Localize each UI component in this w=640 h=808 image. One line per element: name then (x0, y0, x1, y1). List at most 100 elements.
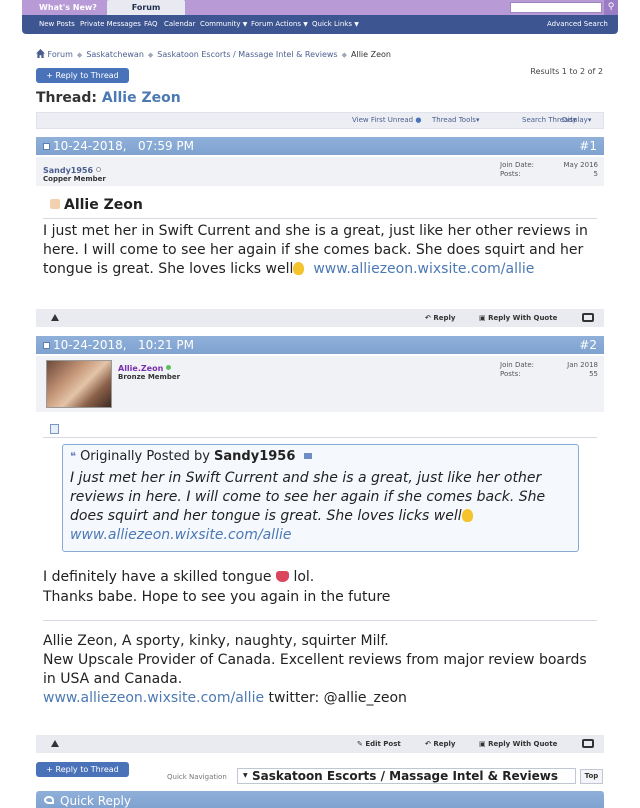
pencil-icon: ✎ (357, 740, 363, 748)
post-date: 10-24-2018, 07:59 PM (43, 137, 194, 155)
nav-private-messages[interactable]: Private Messages (80, 15, 141, 34)
signature-twitter: twitter: @allie_zeon (268, 690, 407, 706)
tab-whats-new[interactable]: What's New? (36, 0, 100, 15)
post-header: 10-24-2018, 10:21 PM #2 (36, 336, 604, 354)
nav-community[interactable]: Community ▼ (200, 15, 247, 34)
quick-navigation-value: Saskatoon Escorts / Massage Intel & Revi… (252, 769, 558, 783)
post-date: 10-24-2018, 10:21 PM (43, 336, 194, 354)
post-read-icon (43, 143, 50, 150)
chevron-down-icon: ▼ (354, 21, 359, 28)
post-footer: ↶ Reply ▣ Reply With Quote (36, 309, 604, 327)
reply-button[interactable]: ↶ Reply (425, 309, 455, 327)
nav-community-label: Community (200, 20, 241, 28)
home-icon[interactable] (36, 49, 45, 58)
nav-advanced-search[interactable]: Advanced Search (547, 15, 608, 34)
edit-post-label: Edit Post (365, 740, 401, 748)
quote-link[interactable]: www.alliezeon.wixsite.com/allie (70, 527, 291, 543)
user-title: Copper Member (43, 175, 106, 183)
user-meta: Join Date: Jan 2018 Posts: 55 (500, 361, 598, 381)
post-time-text: 10:21 PM (138, 338, 195, 352)
username-text: Sandy1956 (43, 166, 94, 175)
quick-navigation-label: Quick Navigation (167, 773, 227, 781)
nav-quick-links[interactable]: Quick Links ▼ (312, 15, 359, 34)
nav-new-posts[interactable]: New Posts (39, 15, 75, 34)
signature-divider (43, 620, 597, 621)
quote-bubble-icon: ▣ (479, 314, 486, 322)
nav-calendar[interactable]: Calendar (164, 15, 195, 34)
nav-quick-links-label: Quick Links (312, 20, 353, 28)
breadcrumb-separator-icon: ◆ (147, 51, 154, 59)
top-tab-bar: What's New? Forum ⚲ (22, 0, 618, 15)
thread-tools-label: Thread Tools (432, 116, 476, 124)
username-text: Allie.Zeon (118, 364, 164, 373)
post-time-text: 07:59 PM (138, 139, 195, 153)
quick-reply-header[interactable]: Quick Reply (36, 791, 604, 808)
breadcrumb-forum[interactable]: Forum (48, 50, 73, 59)
nav-faq[interactable]: FAQ (144, 15, 158, 34)
reply-label: Reply (433, 314, 456, 322)
posts-value: 55 (589, 370, 598, 378)
post-header: 10-24-2018, 07:59 PM #1 (36, 137, 604, 155)
quote-body-text: I just met her in Swift Current and she … (70, 470, 546, 524)
search-icon[interactable]: ⚲ (604, 0, 618, 15)
reply-with-quote-label: Reply With Quote (488, 740, 558, 748)
search-input[interactable] (510, 2, 602, 13)
reply-with-quote-button[interactable]: ▣ Reply With Quote (479, 735, 557, 753)
multi-quote-icon[interactable] (582, 739, 594, 748)
edit-post-button[interactable]: ✎ Edit Post (357, 735, 401, 753)
report-warning-icon[interactable] (51, 740, 59, 747)
quick-navigation-select[interactable]: ▼ Saskatoon Escorts / Massage Intel & Rev… (237, 768, 576, 784)
ok-hand-icon (461, 509, 473, 522)
breadcrumb-saskatchewan[interactable]: Saskatchewan (86, 50, 144, 59)
post-title: Allie Zeon (50, 197, 143, 213)
reply-with-quote-button[interactable]: ▣ Reply With Quote (479, 309, 557, 327)
post-footer: ✎ Edit Post ↶ Reply ▣ Reply With Quote (36, 735, 604, 753)
post-number-link[interactable]: #1 (579, 137, 597, 155)
report-warning-icon[interactable] (51, 314, 59, 321)
breadcrumb-separator-icon: ◆ (341, 51, 347, 59)
quote-author: Sandy1956 (214, 449, 296, 464)
view-post-icon[interactable] (303, 453, 312, 459)
username-link[interactable]: Sandy1956 (43, 166, 102, 175)
reply-arrow-icon: ↶ (425, 740, 431, 748)
breadcrumb-saskatoon[interactable]: Saskatoon Escorts / Massage Intel & Revi… (157, 50, 337, 59)
username-link[interactable]: Allie.Zeon (118, 364, 172, 373)
thread-name: Allie Zeon (101, 90, 181, 106)
signature-link[interactable]: www.alliezeon.wixsite.com/allie (43, 690, 264, 706)
view-first-unread-label: View First Unread (352, 116, 414, 124)
reply-label: Reply (433, 740, 456, 748)
posts-value: 5 (593, 170, 598, 178)
signature-line-2: New Upscale Provider of Canada. Excellen… (43, 652, 587, 687)
quote-prefix: Originally Posted by (80, 449, 210, 464)
tongue-icon (276, 571, 289, 582)
reply-with-quote-label: Reply With Quote (488, 314, 558, 322)
thread-tools-menu[interactable]: Thread Tools▾ (432, 113, 479, 128)
chevron-down-icon: ▾ (475, 116, 480, 124)
top-button[interactable]: Top (580, 769, 603, 784)
hand-icon (50, 199, 60, 209)
chevron-down-icon: ▼ (242, 21, 248, 28)
display-menu[interactable]: Display▾ (562, 113, 591, 128)
arrow-circle-icon: ● (415, 116, 422, 124)
chevron-down-icon: ▾ (587, 116, 592, 124)
reply-to-thread-button-bottom[interactable]: + Reply to Thread (36, 762, 129, 777)
document-icon (50, 424, 59, 434)
reply-to-thread-button[interactable]: + Reply to Thread (36, 68, 129, 83)
reply-arrow-icon: ↶ (425, 314, 431, 322)
posts-label: Posts: (500, 170, 521, 178)
post-link[interactable]: www.alliezeon.wixsite.com/allie (313, 261, 534, 277)
user-meta: Join Date: May 2016 Posts: 5 (500, 161, 598, 181)
post-number-link[interactable]: #2 (579, 336, 597, 354)
reply-button[interactable]: ↶ Reply (425, 735, 455, 753)
post-date-text: 10-24-2018, (53, 338, 127, 352)
avatar[interactable] (46, 360, 112, 408)
quote-body: I just met her in Swift Current and she … (70, 469, 575, 545)
breadcrumb-current: Allie Zeon (351, 50, 391, 59)
tab-forum[interactable]: Forum (107, 0, 185, 15)
multi-quote-icon[interactable] (582, 313, 594, 322)
signature-line-3: www.alliezeon.wixsite.com/allie twitter:… (43, 689, 599, 708)
user-info-panel: Allie.Zeon Bronze Member Join Date: Jan … (36, 356, 604, 412)
nav-forum-actions[interactable]: Forum Actions ▼ (251, 15, 308, 34)
view-first-unread-link[interactable]: View First Unread ● (352, 113, 421, 128)
reply-line-2: Thanks babe. Hope to see you again in th… (43, 589, 391, 605)
